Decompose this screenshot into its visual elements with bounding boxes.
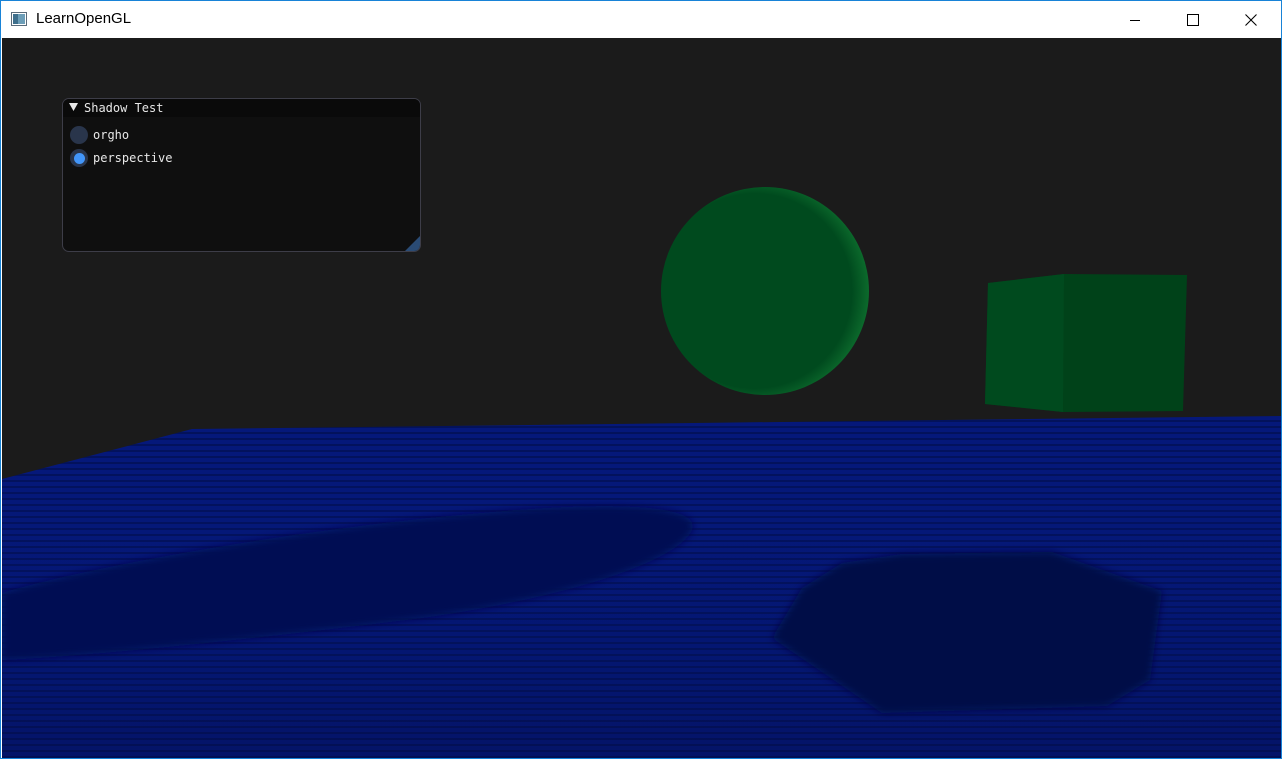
close-button[interactable]	[1222, 1, 1280, 38]
panel-title-bar[interactable]: Shadow Test	[63, 99, 420, 117]
window-title: LearnOpenGL	[36, 10, 132, 27]
radio-label: orgho	[93, 128, 130, 142]
maximize-button[interactable]	[1164, 1, 1222, 38]
opengl-viewport[interactable]: Shadow Test orgho perspective	[2, 38, 1281, 758]
panel-title: Shadow Test	[84, 101, 164, 115]
radio-button-selected[interactable]	[70, 149, 88, 167]
minimize-icon	[1130, 19, 1140, 21]
radio-selected-dot	[73, 152, 85, 164]
radio-label: perspective	[93, 151, 173, 165]
green-cube-side	[985, 274, 1064, 412]
title-bar[interactable]: LearnOpenGL	[1, 1, 1281, 38]
triangle-down-icon[interactable]	[69, 103, 78, 112]
radio-button[interactable]	[70, 126, 88, 144]
close-icon	[1245, 13, 1257, 26]
app-icon	[11, 12, 27, 26]
radio-option-perspective[interactable]: perspective	[70, 148, 172, 168]
green-sphere	[661, 187, 869, 395]
radio-option-orgho[interactable]: orgho	[70, 125, 129, 145]
resize-grip-icon[interactable]	[405, 236, 420, 251]
minimize-button[interactable]	[1106, 1, 1164, 38]
app-window: LearnOpenGL Shadow Test orgho perspectiv…	[0, 0, 1282, 759]
maximize-icon	[1187, 13, 1199, 26]
shadow-test-panel[interactable]: Shadow Test orgho perspective	[62, 98, 421, 252]
